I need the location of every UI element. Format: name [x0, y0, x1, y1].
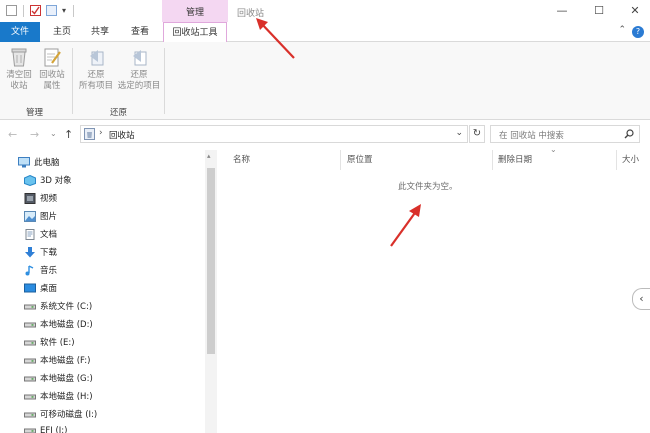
drive-icon	[24, 304, 36, 310]
address-dropdown-icon[interactable]: ⌄	[455, 128, 463, 138]
empty-recycle-bin-button[interactable]: 清空回 收站	[4, 46, 34, 92]
column-divider[interactable]	[492, 150, 493, 170]
new-folder-quick-icon[interactable]	[46, 5, 57, 16]
ribbon-divider	[164, 48, 165, 114]
restore-all-button[interactable]: 还原 所有项目	[74, 46, 118, 92]
quick-access-dropdown-icon[interactable]: ▾	[62, 6, 66, 15]
pc-icon	[18, 157, 30, 168]
search-placeholder: 在 回收站 中搜索	[499, 131, 564, 141]
drive-icon	[24, 428, 36, 433]
forward-arrow-icon[interactable]: →	[30, 128, 39, 141]
properties-quick-icon[interactable]	[30, 5, 41, 16]
recent-locations-chevron-icon[interactable]: ⌄	[50, 129, 57, 138]
empty-recycle-bin-label-2: 收站	[10, 81, 28, 91]
drive-icon	[24, 394, 36, 400]
pictures-icon	[24, 211, 36, 222]
restore-selected-label-1: 还原	[130, 70, 148, 80]
desktop-icon	[24, 283, 36, 293]
navigation-pane: 此电脑 3D 对象 视频 图片 文档 下载 音乐 桌面 系统文件 (C:) 本地…	[0, 148, 218, 433]
ribbon-collapse-icon[interactable]: ⌃	[618, 25, 626, 35]
3d-objects-icon	[24, 175, 36, 186]
context-tab-group-manage: 管理	[162, 0, 228, 22]
videos-icon	[24, 193, 36, 204]
recycle-bin-icon	[84, 128, 95, 140]
tab-share[interactable]: 共享	[82, 22, 118, 42]
scrollbar-thumb[interactable]	[207, 168, 215, 354]
minimize-button[interactable]: —	[555, 4, 569, 18]
details-pane-toggle-icon[interactable]: ‹	[632, 288, 650, 310]
tab-view[interactable]: 查看	[122, 22, 158, 42]
sort-indicator-icon: ⌄	[550, 145, 557, 154]
ribbon-group-manage-label: 管理	[26, 108, 44, 118]
context-tab-group-label: 管理	[185, 7, 204, 18]
documents-icon	[25, 229, 35, 240]
app-icon	[6, 5, 17, 16]
recycle-bin-properties-label-2: 属性	[43, 81, 61, 91]
up-arrow-icon[interactable]: ↑	[64, 128, 73, 141]
restore-selected-icon	[129, 46, 149, 68]
ribbon-tab-row: 文件 主页 共享 查看 回收站工具 ⌃ ?	[0, 22, 650, 43]
refresh-button[interactable]: ↻	[469, 125, 485, 143]
music-icon	[25, 265, 34, 276]
drive-icon	[24, 376, 36, 382]
close-button[interactable]: ✕	[628, 4, 642, 18]
column-header-original-location[interactable]: 原位置	[347, 153, 373, 165]
column-header-size[interactable]: 大小	[622, 153, 639, 165]
column-header-name[interactable]: 名称	[233, 153, 250, 165]
recycle-bin-properties-label-1: 回收站	[39, 70, 65, 80]
search-input[interactable]: 在 回收站 中搜索	[490, 125, 640, 143]
navigation-pane-scrollbar[interactable]: ▴	[205, 150, 217, 433]
divider	[73, 5, 74, 17]
annotation-arrow-middle	[390, 204, 421, 247]
address-row: ← → ⌄ ↑ › 回收站 ⌄ ↻ 在 回收站 中搜索	[0, 120, 650, 148]
address-bar[interactable]: › 回收站 ⌄	[80, 125, 468, 143]
downloads-icon	[25, 247, 35, 258]
tab-recycle-bin-tools[interactable]: 回收站工具	[163, 22, 227, 43]
restore-selected-label-2: 选定的项目	[117, 81, 161, 91]
scroll-up-icon[interactable]: ▴	[207, 152, 211, 160]
restore-all-label-1: 还原	[87, 70, 105, 80]
tab-file[interactable]: 文件	[0, 22, 40, 42]
column-divider[interactable]	[340, 150, 341, 170]
back-arrow-icon[interactable]: ←	[8, 128, 17, 141]
explorer-window: ▾ 管理 回收站 — ☐ ✕ 文件 主页 共享 查看 回收站工具 ⌃ ? 清空回…	[0, 0, 650, 433]
empty-recycle-bin-icon	[9, 46, 29, 68]
maximize-button[interactable]: ☐	[592, 4, 606, 18]
divider	[23, 5, 24, 17]
file-list-pane: 名称 原位置 删除日期 ⌄ 大小 此文件夹为空。	[218, 145, 650, 433]
drive-icon	[24, 340, 36, 346]
restore-all-icon	[86, 46, 106, 68]
drive-icon	[24, 358, 36, 364]
empty-folder-message: 此文件夹为空。	[398, 182, 458, 192]
tab-home[interactable]: 主页	[44, 22, 80, 42]
breadcrumb-separator-icon: ›	[99, 128, 103, 138]
breadcrumb-recycle-bin[interactable]: 回收站	[109, 129, 135, 141]
restore-all-label-2: 所有项目	[78, 81, 113, 91]
search-icon	[624, 129, 634, 139]
column-divider[interactable]	[616, 150, 617, 170]
ribbon-group-restore-label: 还原	[110, 108, 128, 118]
column-header-date-deleted[interactable]: 删除日期	[498, 153, 532, 165]
annotation-arrow-top	[256, 18, 295, 59]
title-bar: ▾ 管理 回收站 — ☐ ✕	[0, 0, 650, 22]
drive-icon	[24, 412, 36, 418]
recycle-bin-properties-button[interactable]: 回收站 属性	[36, 46, 68, 92]
ribbon-divider	[72, 48, 73, 114]
restore-selected-button[interactable]: 还原 选定的项目	[116, 46, 162, 92]
help-icon[interactable]: ?	[632, 26, 644, 38]
ribbon: 清空回 收站 回收站 属性 管理 还原 所有项目 还原 选定的项目 还原	[0, 42, 650, 120]
empty-recycle-bin-label-1: 清空回	[6, 70, 32, 80]
recycle-bin-properties-icon	[42, 46, 62, 68]
drive-icon	[24, 322, 36, 328]
